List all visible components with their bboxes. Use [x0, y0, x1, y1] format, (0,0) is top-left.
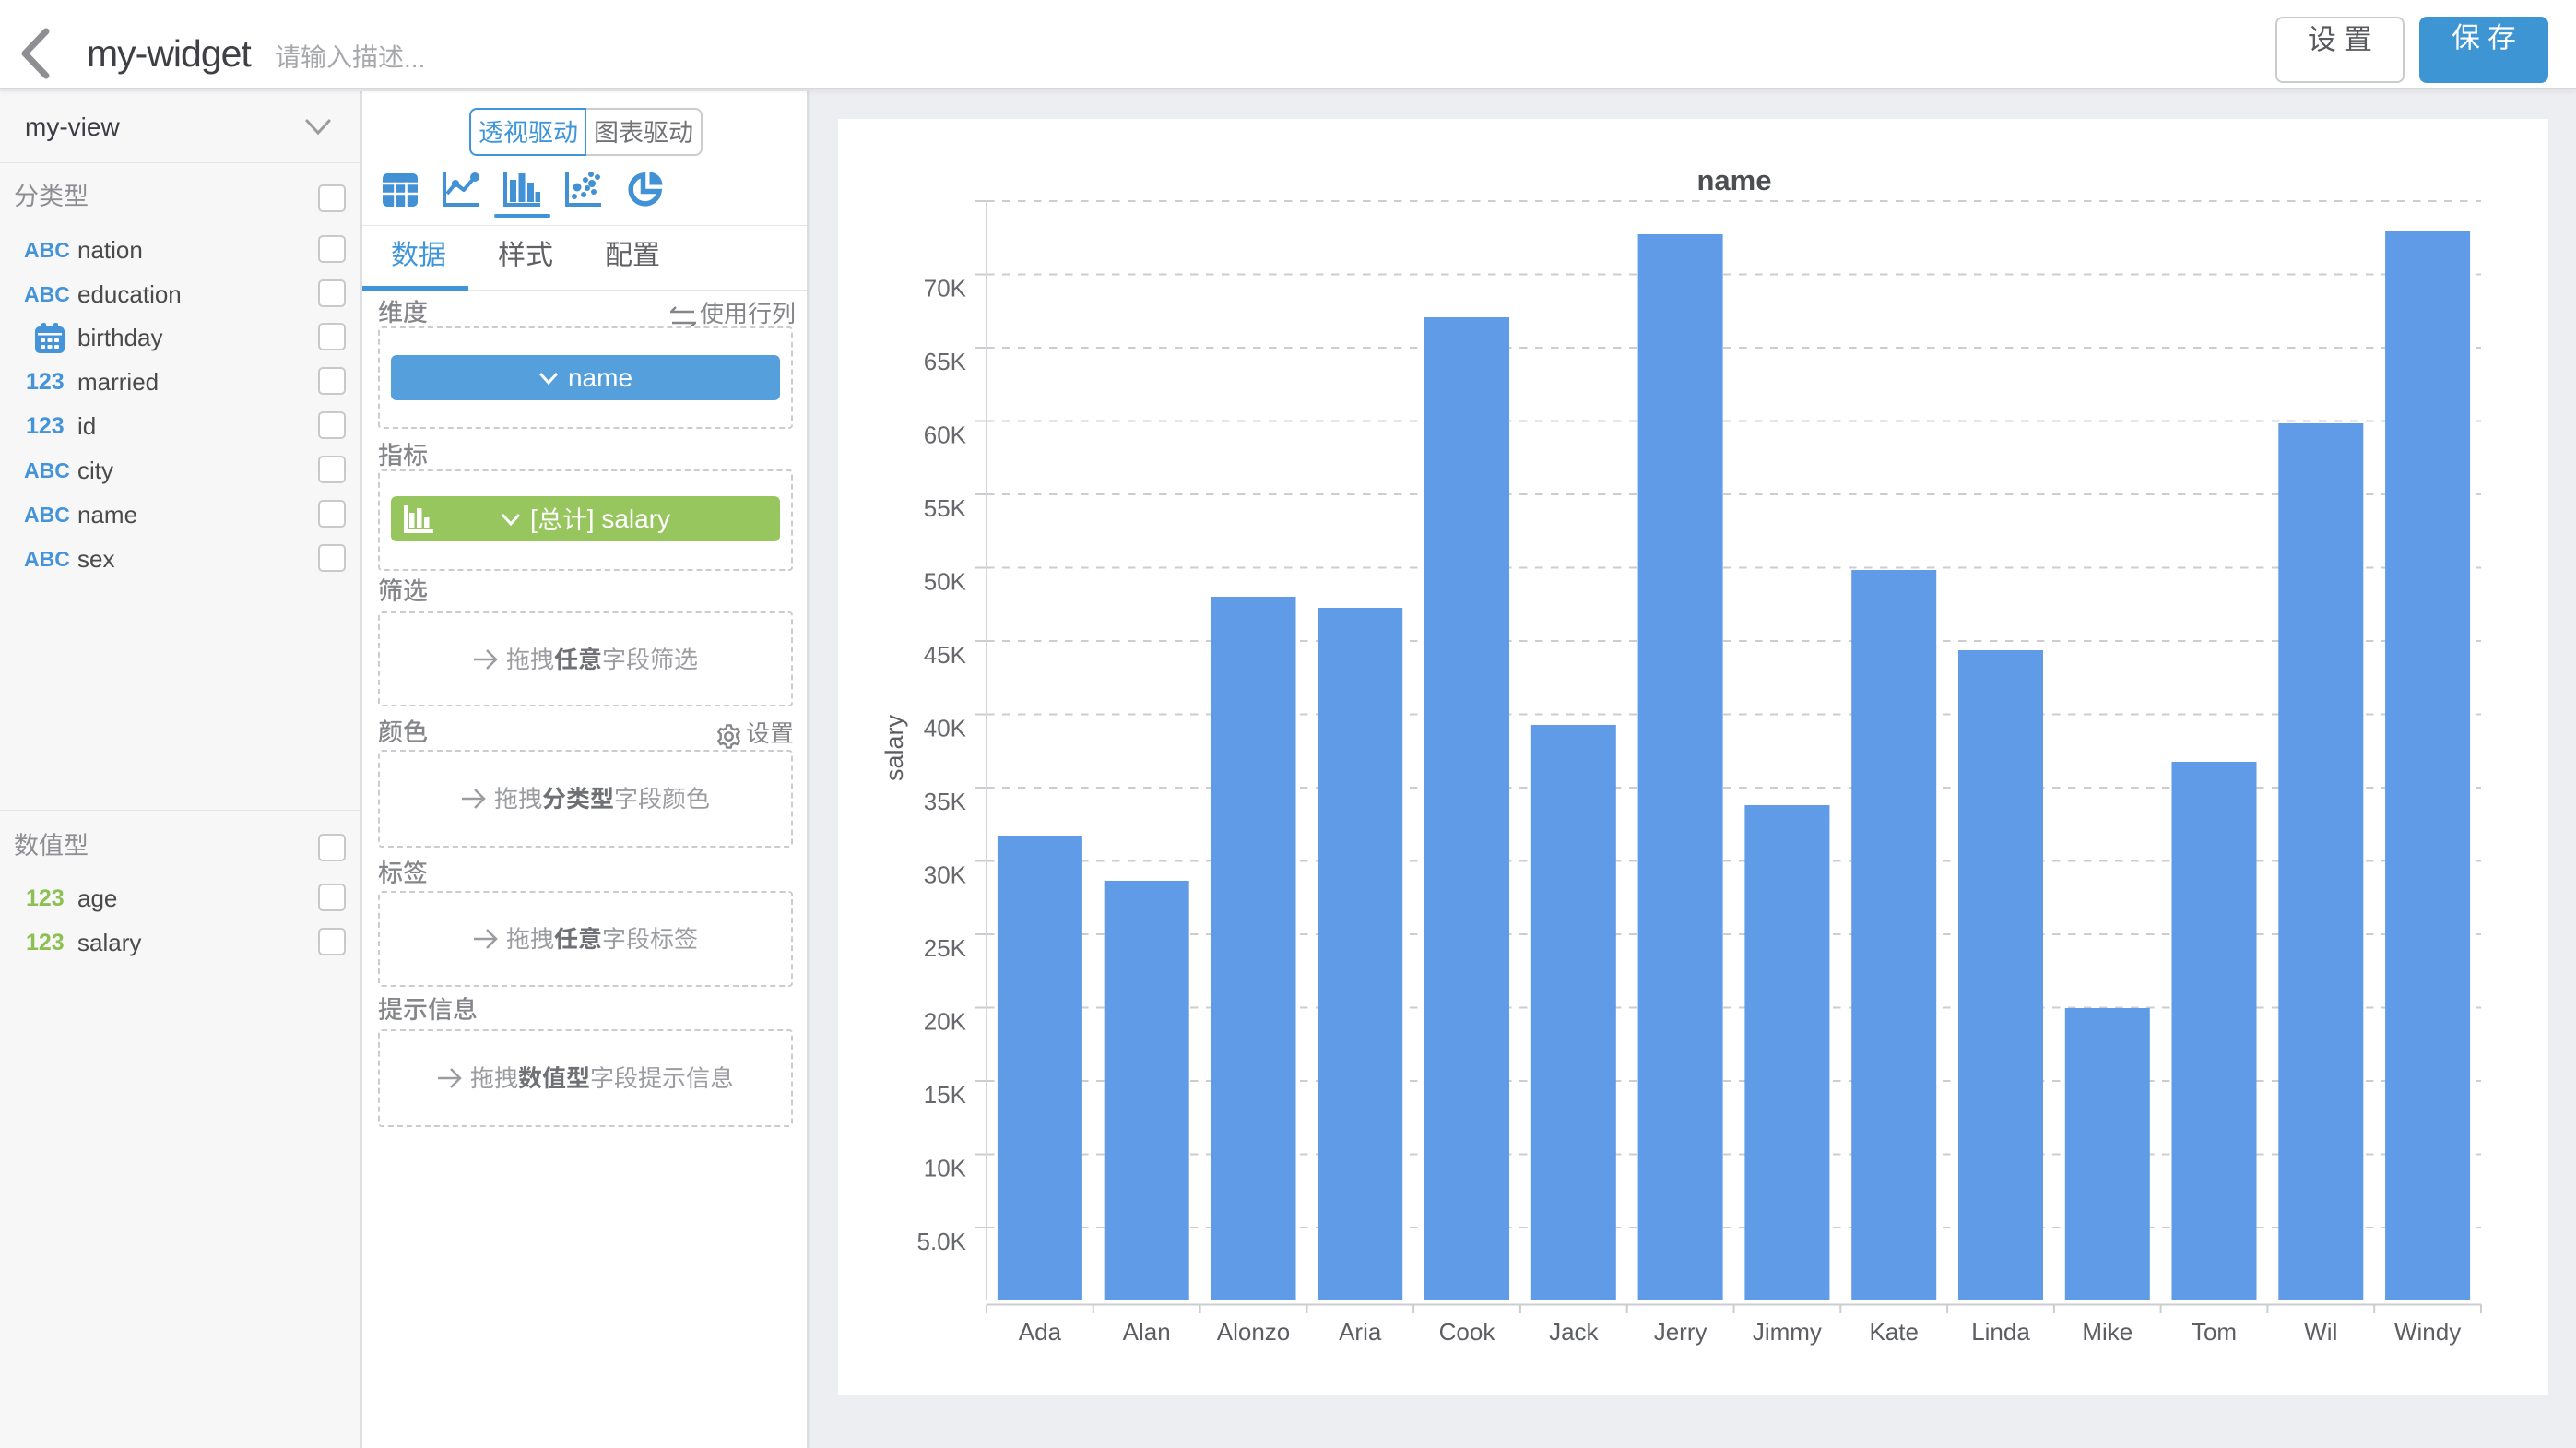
svg-text:Kate: Kate — [1869, 1318, 1919, 1346]
svg-text:25K: 25K — [924, 934, 967, 962]
svg-text:Wil: Wil — [2304, 1318, 2337, 1346]
svg-text:15K: 15K — [924, 1081, 967, 1109]
svg-text:Alonzo: Alonzo — [1217, 1318, 1291, 1346]
svg-text:30K: 30K — [924, 861, 967, 889]
svg-text:55K: 55K — [924, 494, 967, 522]
svg-text:70K: 70K — [924, 275, 967, 303]
svg-text:40K: 40K — [924, 715, 967, 742]
svg-text:60K: 60K — [924, 421, 967, 449]
svg-text:Ada: Ada — [1019, 1318, 1062, 1346]
svg-text:Jerry: Jerry — [1654, 1318, 1707, 1346]
svg-text:Mike: Mike — [2082, 1318, 2133, 1346]
svg-text:5.0K: 5.0K — [917, 1228, 967, 1255]
svg-text:20K: 20K — [924, 1008, 967, 1036]
svg-text:Tom: Tom — [2192, 1318, 2237, 1346]
svg-text:Aria: Aria — [1339, 1318, 1382, 1346]
svg-text:Linda: Linda — [1971, 1318, 2030, 1346]
svg-text:Jimmy: Jimmy — [1753, 1318, 1822, 1346]
svg-text:Windy: Windy — [2394, 1318, 2461, 1346]
svg-text:10K: 10K — [924, 1155, 967, 1182]
svg-text:45K: 45K — [924, 641, 967, 669]
svg-text:35K: 35K — [924, 788, 967, 815]
svg-text:name: name — [1697, 164, 1772, 196]
svg-text:50K: 50K — [924, 568, 967, 596]
svg-text:Alan: Alan — [1123, 1318, 1171, 1346]
svg-text:Cook: Cook — [1439, 1318, 1496, 1346]
svg-text:Jack: Jack — [1549, 1318, 1599, 1346]
svg-text:salary: salary — [880, 714, 908, 781]
svg-text:65K: 65K — [924, 348, 967, 375]
